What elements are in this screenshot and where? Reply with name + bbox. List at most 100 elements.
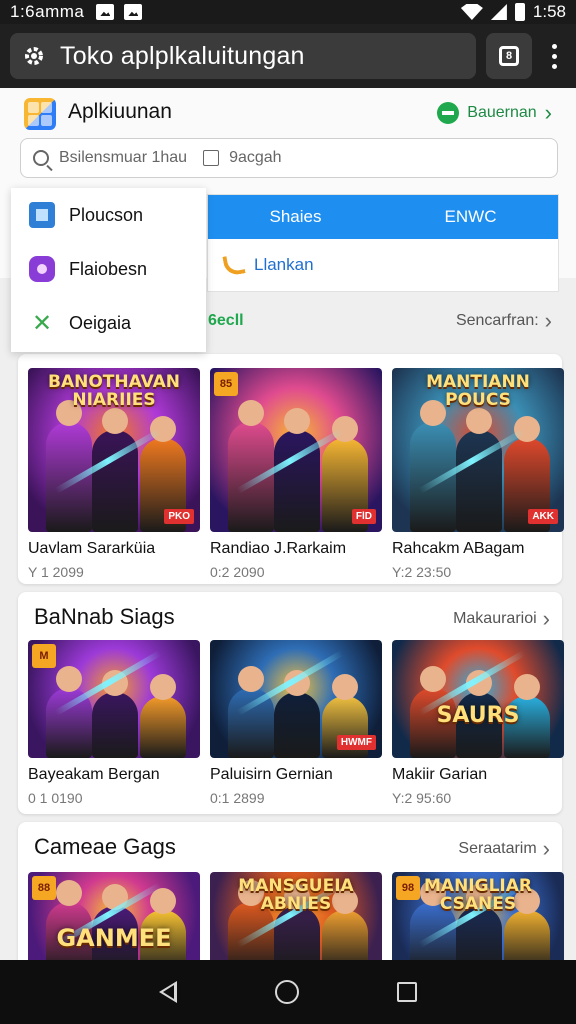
app-name: Uavlam Sararküia bbox=[28, 540, 156, 557]
mail-notification-icon bbox=[124, 4, 143, 20]
app-name: Makiir Garian bbox=[392, 766, 488, 783]
corner-label: FlD bbox=[351, 509, 376, 524]
box-icon bbox=[29, 202, 55, 228]
browser-menu-button[interactable] bbox=[542, 33, 566, 79]
tab-second[interactable]: ENWC bbox=[445, 207, 497, 227]
corner-label: PKO bbox=[164, 509, 194, 524]
call-link[interactable]: Llankan bbox=[208, 239, 558, 291]
status-time-right: 1:58 bbox=[532, 2, 566, 21]
wifi-icon bbox=[460, 4, 483, 20]
app-thumbnail: 85 FlD bbox=[210, 368, 382, 532]
dropdown-item-label: Oeigaia bbox=[69, 312, 132, 333]
app-name: Aplkiuunan bbox=[68, 100, 172, 123]
search-placeholder: Bsilensmuar 1hau bbox=[59, 149, 188, 166]
section-see-all-label: Makaurarioi bbox=[453, 610, 537, 627]
character-figure bbox=[92, 670, 138, 758]
app-tile[interactable]: BANOTHAVAN NIARIIES PKO Uavlam Sararküia Y … bbox=[28, 368, 200, 580]
app-name: Paluisirn Gernian bbox=[210, 766, 333, 783]
section-label: 6ecll bbox=[208, 312, 244, 329]
app-tile[interactable]: MANTIANN POUCS AKK Rahcakm ABagam Y:2 23:50 bbox=[392, 368, 564, 580]
chevron-right-icon: › bbox=[544, 100, 552, 125]
back-icon[interactable] bbox=[159, 981, 177, 1003]
toggle-icon bbox=[437, 102, 460, 124]
home-icon[interactable] bbox=[275, 980, 299, 1004]
app-thumbnail: BANOTHAVAN NIARIIES PKO bbox=[28, 368, 200, 532]
app-tile[interactable]: 85 FlD Randiao J.Rarkaim 0:2 2090 bbox=[210, 368, 382, 580]
rating-badge: M bbox=[32, 644, 56, 668]
dropdown-item-label: Ploucson bbox=[69, 204, 144, 225]
app-meta: Y:2 95:60 bbox=[392, 790, 452, 806]
app-thumbnail: MANTIANN POUCS AKK bbox=[392, 368, 564, 532]
app-thumbnail: M bbox=[28, 640, 200, 758]
recent-apps-icon[interactable] bbox=[397, 982, 417, 1002]
corner-label: AKK bbox=[528, 509, 558, 524]
app-thumbnail: HWMF bbox=[210, 640, 382, 758]
app-meta: 0 1 0190 bbox=[28, 790, 83, 806]
sort-label: Bauernan bbox=[467, 104, 537, 121]
tabs-panel: Shaies ENWC Llankan bbox=[207, 194, 559, 292]
section-see-all-link[interactable]: Makaurarioi bbox=[453, 608, 550, 630]
app-tile[interactable]: HWMF Paluisirn Gernian 0:1 2899 bbox=[210, 640, 382, 806]
tab-first[interactable]: Shaies bbox=[270, 207, 322, 227]
app-meta: 0:1 2899 bbox=[210, 790, 265, 806]
section-see-all-link[interactable]: Seraatarim bbox=[458, 838, 550, 860]
section-see-all-label: Seraatarim bbox=[458, 840, 537, 857]
character-figure bbox=[274, 670, 320, 758]
app-thumbnail: MANIGLIAR CSANES 98 bbox=[392, 872, 564, 960]
tab-bar: Shaies ENWC bbox=[208, 195, 558, 239]
app-meta: Y 1 2099 bbox=[28, 564, 84, 580]
game-logo-text: SAURS bbox=[436, 703, 520, 728]
character-figure bbox=[322, 888, 368, 960]
address-bar[interactable]: Toko aplplkaluitungan bbox=[10, 33, 476, 79]
tab-switcher-button[interactable]: 8 bbox=[486, 33, 532, 79]
see-all-link[interactable]: Sencarfran: bbox=[456, 310, 552, 332]
dropdown-item-tools[interactable]: ✕ Oeigaia bbox=[11, 296, 206, 350]
see-all-label: Sencarfran: bbox=[455, 312, 539, 329]
app-tile[interactable]: M Bayeakam Bergan 0 1 0190 bbox=[28, 640, 200, 806]
address-bar-title: Toko aplplkaluitungan bbox=[60, 41, 305, 70]
app-section-card: Cameae Gags Seraatarim GANMEE88 MANSGUEIA… bbox=[18, 822, 564, 960]
dropdown-item-products[interactable]: Ploucson bbox=[11, 188, 206, 242]
rating-badge: 88 bbox=[32, 876, 56, 900]
signal-icon bbox=[490, 4, 507, 20]
search-icon bbox=[33, 150, 49, 166]
app-name: Bayeakam Bergan bbox=[28, 766, 160, 783]
rating-badge: 85 bbox=[214, 372, 238, 396]
filter-checkbox[interactable] bbox=[203, 150, 220, 166]
filter-label: 9acgah bbox=[229, 149, 282, 166]
dropdown-item-label: Flaiobesn bbox=[69, 258, 148, 279]
site-settings-icon[interactable] bbox=[22, 44, 46, 68]
section-title: Cameae Gags bbox=[34, 834, 176, 859]
corner-label: HWMF bbox=[336, 735, 376, 750]
gallery-notification-icon bbox=[96, 4, 115, 20]
dropdown-item-games[interactable]: Flaiobesn bbox=[11, 242, 206, 296]
game-logo-text: GANMEE bbox=[56, 924, 172, 952]
app-name: Rahcakm ABagam bbox=[392, 540, 525, 557]
section-title: BaNnab Siags bbox=[34, 604, 175, 629]
call-link-label: Llankan bbox=[254, 255, 314, 274]
game-logo-text: BANOTHAVAN NIARIIES bbox=[47, 372, 180, 410]
tab-count: 8 bbox=[499, 46, 519, 66]
tools-icon: ✕ bbox=[31, 309, 53, 337]
status-time-left: 1:6amma bbox=[10, 2, 85, 21]
status-bar: 1:6amma 1:58 bbox=[0, 0, 576, 24]
app-tile[interactable]: GANMEE 88 bbox=[28, 872, 200, 960]
app-thumbnail: MANSGUEIA ABNIES bbox=[210, 872, 382, 960]
sort-button[interactable]: Bauernan › bbox=[437, 102, 552, 124]
app-logo-icon bbox=[24, 98, 56, 130]
category-dropdown: Ploucson Flaiobesn ✕ Oeigaia bbox=[11, 188, 206, 352]
app-tile[interactable]: MANSGUEIA ABNIES bbox=[210, 872, 382, 960]
app-meta: 0:2 2090 bbox=[210, 564, 265, 580]
phone-icon bbox=[222, 253, 246, 277]
browser-toolbar: Toko aplplkaluitungan 8 bbox=[0, 24, 576, 88]
system-nav-bar bbox=[0, 960, 576, 1024]
app-tile[interactable]: MANIGLIAR CSANES 98 bbox=[392, 872, 564, 960]
character-figure bbox=[504, 888, 550, 960]
character-figure bbox=[140, 674, 186, 758]
web-content: Aplkiuunan Bauernan › Bsilensmuar 1hau 9… bbox=[0, 88, 576, 960]
app-meta: Y:2 23:50 bbox=[392, 564, 452, 580]
app-tile[interactable]: SAURS Makiir Garian Y:2 95:60 bbox=[392, 640, 564, 806]
search-input[interactable]: Bsilensmuar 1hau 9acgah bbox=[20, 138, 558, 178]
app-name: Randiao J.Rarkaim bbox=[210, 540, 347, 557]
gamepad-icon bbox=[29, 256, 55, 282]
